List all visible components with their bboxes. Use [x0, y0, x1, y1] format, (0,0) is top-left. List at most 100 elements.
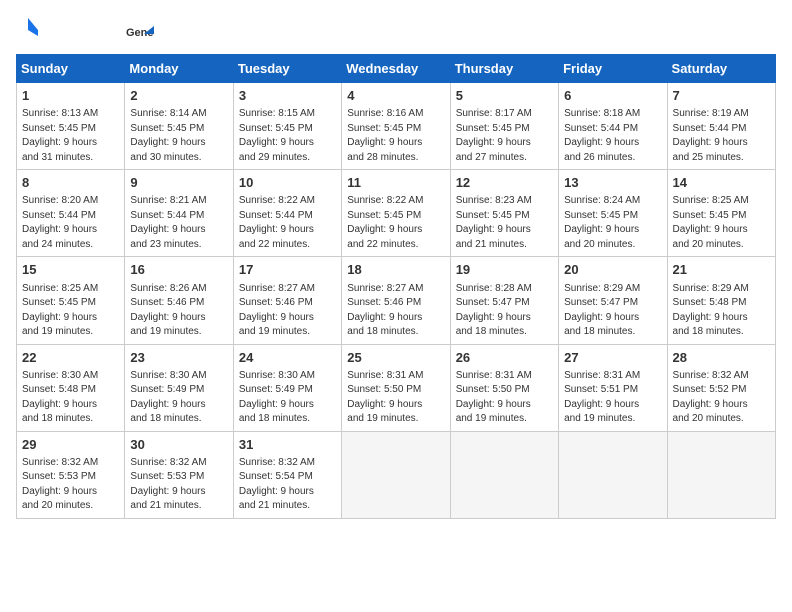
calendar-cell: 16Sunrise: 8:26 AM Sunset: 5:46 PM Dayli…: [125, 257, 233, 344]
logo: General: [126, 16, 154, 44]
calendar-cell: 24 Sunrise: 8:30 AM Sunset: 5:49 PM Dayli…: [233, 344, 341, 431]
day-number: 20: [564, 261, 661, 279]
day-info: Sunrise: 8:28 AM Sunset: 5:47 PM Dayligh…: [456, 282, 553, 340]
calendar-cell: 29 Sunrise: 8:32 AM Sunset: 5:53 PM Dayli…: [17, 431, 125, 518]
calendar-cell: 3 Sunrise: 8:15 AM Sunset: 5:45 PM Daylig…: [233, 83, 341, 170]
day-info: Sunrise: 8:30 AM Sunset: 5:49 PM Dayligh…: [239, 369, 336, 427]
calendar-cell: 28 Sunrise: 8:32 AM Sunset: 5:52 PM Dayli…: [667, 344, 775, 431]
day-info: Sunrise: 8:32 AM Sunset: 5:53 PM Dayligh…: [130, 456, 227, 514]
calendar-table: SundayMondayTuesdayWednesdayThursdayFrid…: [16, 54, 776, 519]
day-info: Sunrise: 8:25 AM Sunset: 5:45 PM Dayligh…: [22, 282, 119, 340]
day-number: 4: [347, 87, 444, 105]
page-header: General: [16, 16, 776, 44]
day-number: 12: [456, 174, 553, 192]
calendar-cell: 6 Sunrise: 8:18 AM Sunset: 5:44 PM Daylig…: [559, 83, 667, 170]
calendar-cell: [342, 431, 450, 518]
day-number: 19: [456, 261, 553, 279]
calendar-week-row-3: 15 Sunrise: 8:25 AM Sunset: 5:45 PM Dayli…: [17, 257, 776, 344]
calendar-cell: 10Sunrise: 8:22 AM Sunset: 5:44 PM Dayli…: [233, 170, 341, 257]
calendar-cell: 22 Sunrise: 8:30 AM Sunset: 5:48 PM Dayli…: [17, 344, 125, 431]
calendar-cell: 31 Sunrise: 8:32 AM Sunset: 5:54 PM Dayli…: [233, 431, 341, 518]
calendar-cell: 18 Sunrise: 8:27 AM Sunset: 5:46 PM Dayli…: [342, 257, 450, 344]
weekday-header-thursday: Thursday: [450, 55, 558, 83]
calendar-week-row-2: 8 Sunrise: 8:20 AM Sunset: 5:44 PM Daylig…: [17, 170, 776, 257]
day-info: Sunrise: 8:29 AM Sunset: 5:47 PM Dayligh…: [564, 282, 661, 340]
day-info: Sunrise: 8:31 AM Sunset: 5:50 PM Dayligh…: [456, 369, 553, 427]
weekday-header-saturday: Saturday: [667, 55, 775, 83]
day-number: 21: [673, 261, 770, 279]
day-info: Sunrise: 8:32 AM Sunset: 5:52 PM Dayligh…: [673, 369, 770, 427]
day-number: 28: [673, 349, 770, 367]
calendar-week-row-5: 29 Sunrise: 8:32 AM Sunset: 5:53 PM Dayli…: [17, 431, 776, 518]
day-info: Sunrise: 8:21 AM Sunset: 5:44 PM Dayligh…: [130, 194, 227, 252]
weekday-header-sunday: Sunday: [17, 55, 125, 83]
calendar-cell: 21 Sunrise: 8:29 AM Sunset: 5:48 PM Dayli…: [667, 257, 775, 344]
day-number: 26: [456, 349, 553, 367]
calendar-cell: 4 Sunrise: 8:16 AM Sunset: 5:45 PM Daylig…: [342, 83, 450, 170]
day-number: 25: [347, 349, 444, 367]
day-number: 29: [22, 436, 119, 454]
day-number: 18: [347, 261, 444, 279]
weekday-header-tuesday: Tuesday: [233, 55, 341, 83]
day-number: 22: [22, 349, 119, 367]
day-info: Sunrise: 8:18 AM Sunset: 5:44 PM Dayligh…: [564, 107, 661, 165]
day-number: 3: [239, 87, 336, 105]
day-info: Sunrise: 8:32 AM Sunset: 5:53 PM Dayligh…: [22, 456, 119, 514]
calendar-cell: 12 Sunrise: 8:23 AM Sunset: 5:45 PM Dayli…: [450, 170, 558, 257]
calendar-cell: 13Sunrise: 8:24 AM Sunset: 5:45 PM Dayli…: [559, 170, 667, 257]
day-info: Sunrise: 8:22 AM Sunset: 5:44 PM Dayligh…: [239, 194, 336, 252]
calendar-cell: 23Sunrise: 8:30 AM Sunset: 5:49 PM Dayli…: [125, 344, 233, 431]
calendar-cell: 8 Sunrise: 8:20 AM Sunset: 5:44 PM Daylig…: [17, 170, 125, 257]
calendar-cell: [450, 431, 558, 518]
day-number: 14: [673, 174, 770, 192]
day-info: Sunrise: 8:23 AM Sunset: 5:45 PM Dayligh…: [456, 194, 553, 252]
day-number: 16: [130, 261, 227, 279]
day-info: Sunrise: 8:29 AM Sunset: 5:48 PM Dayligh…: [673, 282, 770, 340]
day-info: Sunrise: 8:22 AM Sunset: 5:45 PM Dayligh…: [347, 194, 444, 252]
calendar-cell: 15 Sunrise: 8:25 AM Sunset: 5:45 PM Dayli…: [17, 257, 125, 344]
day-info: Sunrise: 8:19 AM Sunset: 5:44 PM Dayligh…: [673, 107, 770, 165]
day-info: Sunrise: 8:14 AM Sunset: 5:45 PM Dayligh…: [130, 107, 227, 165]
day-info: Sunrise: 8:20 AM Sunset: 5:44 PM Dayligh…: [22, 194, 119, 252]
day-number: 1: [22, 87, 119, 105]
day-info: Sunrise: 8:16 AM Sunset: 5:45 PM Dayligh…: [347, 107, 444, 165]
calendar-week-row-4: 22 Sunrise: 8:30 AM Sunset: 5:48 PM Dayli…: [17, 344, 776, 431]
calendar-cell: 14 Sunrise: 8:25 AM Sunset: 5:45 PM Dayli…: [667, 170, 775, 257]
day-info: Sunrise: 8:25 AM Sunset: 5:45 PM Dayligh…: [673, 194, 770, 252]
day-number: 31: [239, 436, 336, 454]
day-info: Sunrise: 8:30 AM Sunset: 5:48 PM Dayligh…: [22, 369, 119, 427]
day-number: 8: [22, 174, 119, 192]
day-number: 27: [564, 349, 661, 367]
calendar-cell: [667, 431, 775, 518]
day-info: Sunrise: 8:13 AM Sunset: 5:45 PM Dayligh…: [22, 107, 119, 165]
calendar-cell: 2 Sunrise: 8:14 AM Sunset: 5:45 PM Daylig…: [125, 83, 233, 170]
day-number: 17: [239, 261, 336, 279]
day-info: Sunrise: 8:30 AM Sunset: 5:49 PM Dayligh…: [130, 369, 227, 427]
calendar-cell: 27 Sunrise: 8:31 AM Sunset: 5:51 PM Dayli…: [559, 344, 667, 431]
day-number: 15: [22, 261, 119, 279]
day-info: Sunrise: 8:15 AM Sunset: 5:45 PM Dayligh…: [239, 107, 336, 165]
day-info: Sunrise: 8:31 AM Sunset: 5:51 PM Dayligh…: [564, 369, 661, 427]
day-number: 30: [130, 436, 227, 454]
day-info: Sunrise: 8:27 AM Sunset: 5:46 PM Dayligh…: [347, 282, 444, 340]
day-number: 6: [564, 87, 661, 105]
calendar-cell: 19 Sunrise: 8:28 AM Sunset: 5:47 PM Dayli…: [450, 257, 558, 344]
calendar-week-row-1: 1 Sunrise: 8:13 AM Sunset: 5:45 PM Daylig…: [17, 83, 776, 170]
day-info: Sunrise: 8:24 AM Sunset: 5:45 PM Dayligh…: [564, 194, 661, 252]
day-number: 11: [347, 174, 444, 192]
day-number: 2: [130, 87, 227, 105]
calendar-cell: 9Sunrise: 8:21 AM Sunset: 5:44 PM Daylig…: [125, 170, 233, 257]
day-number: 24: [239, 349, 336, 367]
calendar-cell: 25Sunrise: 8:31 AM Sunset: 5:50 PM Dayli…: [342, 344, 450, 431]
weekday-header-friday: Friday: [559, 55, 667, 83]
calendar-cell: [559, 431, 667, 518]
day-info: Sunrise: 8:27 AM Sunset: 5:46 PM Dayligh…: [239, 282, 336, 340]
logo-text-area: [16, 16, 38, 36]
calendar-cell: 20 Sunrise: 8:29 AM Sunset: 5:47 PM Dayli…: [559, 257, 667, 344]
calendar-cell: 30 Sunrise: 8:32 AM Sunset: 5:53 PM Dayli…: [125, 431, 233, 518]
calendar-cell: 5Sunrise: 8:17 AM Sunset: 5:45 PM Daylig…: [450, 83, 558, 170]
day-info: Sunrise: 8:32 AM Sunset: 5:54 PM Dayligh…: [239, 456, 336, 514]
day-number: 7: [673, 87, 770, 105]
calendar-cell: 1 Sunrise: 8:13 AM Sunset: 5:45 PM Daylig…: [17, 83, 125, 170]
day-info: Sunrise: 8:17 AM Sunset: 5:45 PM Dayligh…: [456, 107, 553, 165]
